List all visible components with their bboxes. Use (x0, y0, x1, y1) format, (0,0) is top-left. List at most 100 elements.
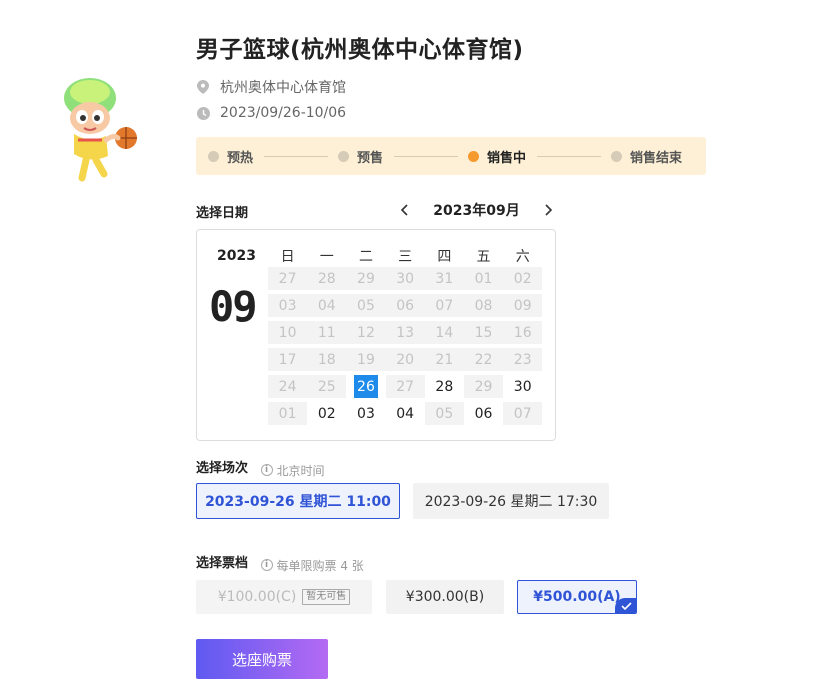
tier-price: ¥100.00(C) (217, 589, 297, 605)
calendar-day: 23 (503, 346, 543, 373)
calendar-day-number: 06 (474, 405, 493, 422)
calendar-day-number: 04 (307, 294, 347, 317)
calendar-day-number: 11 (307, 321, 347, 344)
calendar-day-number: 01 (463, 267, 504, 290)
checkmark-icon (615, 598, 636, 613)
status-divider (394, 155, 459, 157)
status-dot-active (468, 150, 480, 162)
calendar-day-number: 19 (346, 348, 386, 371)
calendar-day-number: 31 (424, 267, 464, 290)
status-step-preheat: 预热 (208, 147, 253, 166)
date-range-text: 2023/09/26-10/06 (220, 105, 347, 121)
calendar-day: 06 (385, 292, 425, 319)
calendar-day: 10 (268, 319, 308, 346)
calendar-day: 17 (268, 346, 308, 373)
select-session-label: 选择场次 i 北京时间 (196, 461, 325, 479)
tier-hint: i 每单限购票 4 张 (260, 557, 364, 574)
mascot-illustration (64, 78, 137, 182)
location-pin-icon (196, 80, 210, 94)
tier-option[interactable]: ¥300.00(B) (386, 580, 504, 614)
calendar-day: 25 (307, 373, 347, 400)
calendar-day-number: 20 (385, 348, 425, 371)
weekday-header: 日 一 二 三 四 五 六 (268, 246, 542, 266)
calendar-day: 04 (307, 292, 347, 319)
current-month-label: 2023年09月 (433, 203, 520, 219)
calendar-day-number: 08 (463, 294, 504, 317)
venue-name: 杭州奥体中心体育馆 (220, 80, 346, 96)
calendar-day-number: 18 (307, 348, 347, 371)
calendar-day-number: 22 (463, 348, 504, 371)
calendar-day[interactable]: 02 (307, 400, 346, 427)
clock-icon (196, 106, 210, 120)
calendar-day: 21 (424, 346, 464, 373)
calendar-day: 01 (268, 400, 308, 427)
calendar-day: 20 (385, 346, 425, 373)
select-seat-buy-button[interactable]: 选座购票 (196, 639, 328, 679)
calendar-day-number: 29 (463, 375, 504, 398)
calendar-day[interactable]: 06 (464, 400, 503, 427)
calendar-day-number: 06 (385, 294, 425, 317)
tier-price: ¥300.00(B) (405, 589, 485, 605)
calendar-day: 22 (463, 346, 504, 373)
calendar-day-number: 28 (307, 267, 347, 290)
calendar-day: 13 (385, 319, 425, 346)
calendar-day-number: 03 (357, 405, 375, 422)
calendar-day: 31 (424, 265, 464, 292)
calendar-day-number: 26 (353, 375, 378, 398)
calendar-day-number: 04 (396, 405, 415, 422)
calendar-day-number: 12 (346, 321, 386, 344)
tier-option-selected[interactable]: ¥500.00(A) (517, 580, 637, 614)
weekday-label: 六 (515, 249, 530, 265)
status-dot (611, 150, 623, 162)
weekday-label: 三 (398, 249, 413, 265)
chevron-right-icon[interactable] (539, 200, 559, 220)
calendar-day-number: 07 (503, 402, 543, 425)
weekday-label: 四 (437, 249, 452, 265)
calendar-day: 02 (503, 265, 543, 292)
weekday-label: 二 (358, 249, 373, 265)
calendar-day-number: 17 (268, 348, 308, 371)
calendar-day: 16 (503, 319, 543, 346)
day-grid: 27 28 29 30 31 01 02 03 04 05 06 07 08 09 10 11 12 13 14 15… (268, 265, 543, 427)
calendar-day: 19 (346, 346, 386, 373)
calendar-day-number: 05 (424, 402, 464, 425)
calendar-day-number: 07 (424, 294, 464, 317)
calendar-day: 29 (463, 373, 504, 400)
calendar-day: 05 (424, 400, 464, 427)
calendar-day[interactable]: 04 (386, 400, 425, 427)
calendar-day: 30 (385, 265, 425, 292)
calendar: 2023 09 日 一 二 三 四 五 六 27 28 29 30 31 01 02 03 04… (196, 229, 556, 441)
session-hint: i 北京时间 (260, 462, 325, 479)
status-dot (338, 150, 350, 162)
calendar-year: 2023 (217, 248, 256, 264)
calendar-day-number: 05 (346, 294, 386, 317)
calendar-day[interactable]: 03 (346, 400, 385, 427)
weekday-label: 五 (476, 249, 491, 265)
tier-option-sold-out: ¥100.00(C) 暂无可售 (196, 580, 372, 614)
calendar-day: 07 (503, 400, 543, 427)
sales-status-bar: 预热 预售 销售中 销售结束 (196, 137, 706, 175)
chevron-left-icon[interactable] (394, 200, 414, 220)
calendar-day-number: 28 (435, 378, 454, 395)
select-date-label: 选择日期 (196, 206, 249, 221)
calendar-day[interactable]: 28 (425, 373, 464, 400)
session-option-selected[interactable]: 2023-09-26 星期二 11:00 (196, 483, 400, 519)
status-step-presale: 预售 (338, 147, 383, 166)
calendar-day-number: 01 (268, 402, 308, 425)
calendar-day: 11 (307, 319, 347, 346)
calendar-day: 01 (463, 265, 504, 292)
calendar-day-number: 03 (268, 294, 308, 317)
calendar-day: 03 (268, 292, 308, 319)
calendar-day-selected[interactable]: 26 (346, 373, 385, 400)
calendar-month: 09 (209, 282, 258, 331)
calendar-day: 05 (346, 292, 386, 319)
info-icon: i (260, 464, 273, 476)
calendar-day-number: 30 (513, 378, 532, 395)
calendar-day: 29 (346, 265, 386, 292)
calendar-day-number: 13 (385, 321, 425, 344)
status-divider (537, 155, 602, 157)
calendar-day: 08 (463, 292, 504, 319)
session-option[interactable]: 2023-09-26 星期二 17:30 (413, 483, 609, 519)
calendar-day[interactable]: 30 (503, 373, 542, 400)
event-title: 男子篮球(杭州奥体中心体育馆) (196, 37, 524, 63)
